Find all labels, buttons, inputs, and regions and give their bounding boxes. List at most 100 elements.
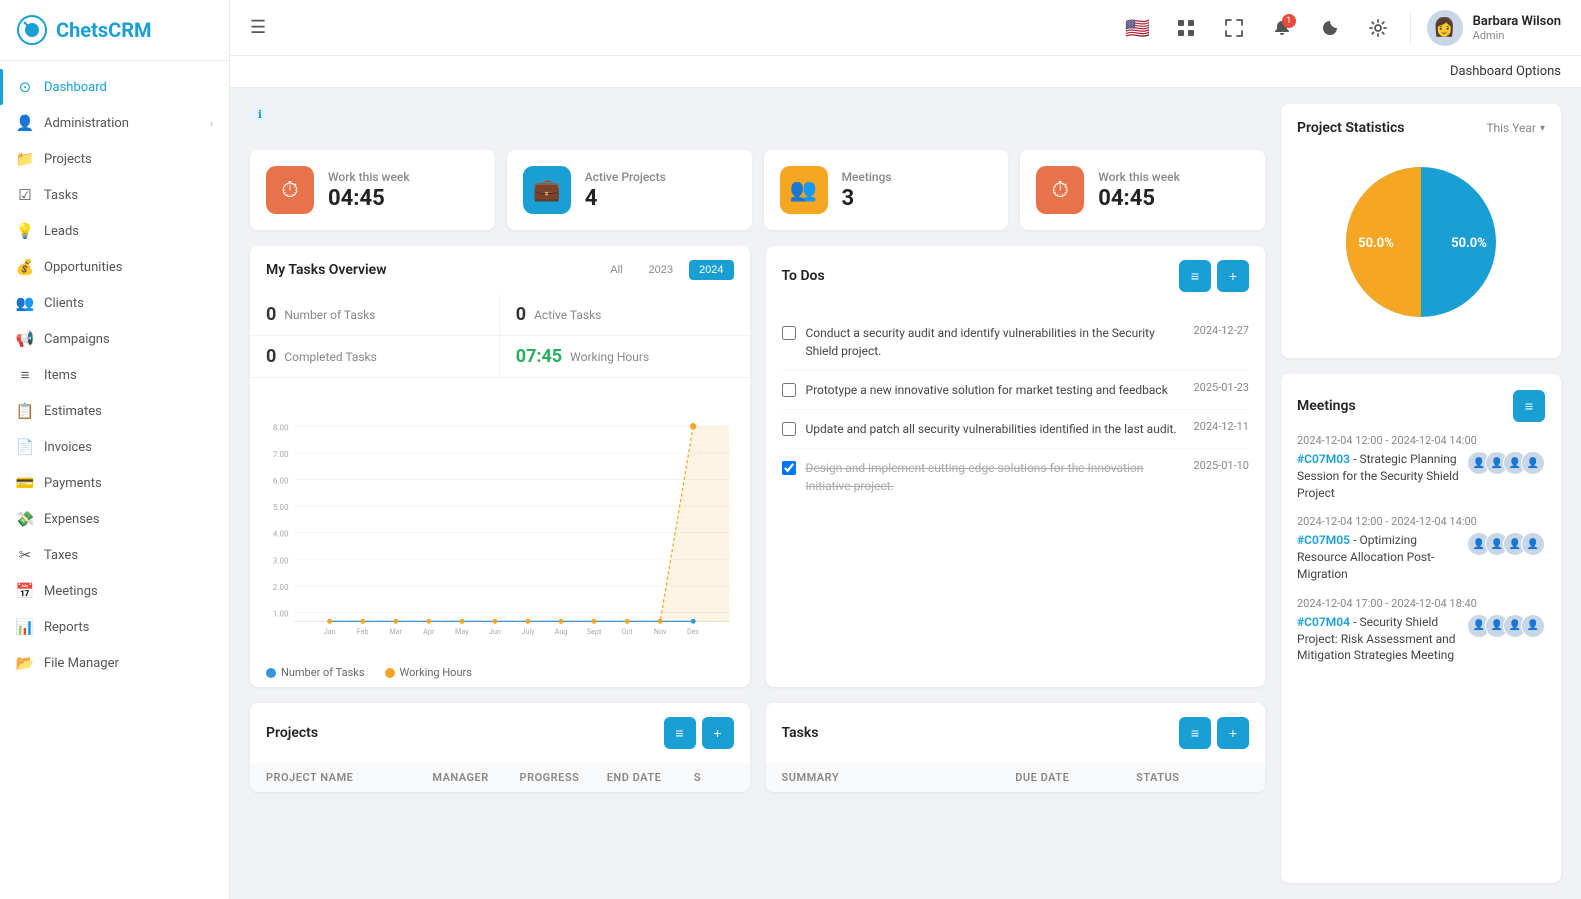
projects-card: Projects ≡ + Project Name Manager Progre… (250, 703, 750, 792)
dashboard-icon: ⊙ (16, 78, 34, 96)
tab-2023[interactable]: 2023 (639, 260, 683, 280)
todo-text-4: Design and implement cutting-edge soluti… (806, 459, 1184, 495)
sidebar-item-estimates[interactable]: 📋 Estimates (0, 393, 229, 429)
dark-mode-icon[interactable] (1314, 12, 1346, 44)
projects-add-button[interactable]: + (702, 717, 734, 749)
sidebar-label-tasks: Tasks (44, 188, 78, 203)
grid-icon[interactable] (1170, 12, 1202, 44)
tasks-card: Tasks ≡ + Summary Due Date Status (766, 703, 1266, 792)
svg-text:Oct: Oct (622, 627, 634, 636)
sidebar-item-taxes[interactable]: ✂ Taxes (0, 537, 229, 573)
todos-add-button[interactable]: + (1217, 260, 1249, 292)
sidebar-label-invoices: Invoices (44, 440, 92, 455)
projects-list-button[interactable]: ≡ (664, 717, 696, 749)
stat-card-active-projects: 💼 Active Projects 4 (507, 150, 752, 230)
items-icon: ≡ (16, 366, 34, 384)
todo-text-3: Update and patch all security vulnerabil… (806, 420, 1184, 438)
todo-checkbox-3[interactable] (782, 422, 796, 436)
meeting-id-2[interactable]: #C07M05 (1297, 533, 1350, 547)
notifications-icon[interactable]: 1 (1266, 12, 1298, 44)
meeting-id-3[interactable]: #C07M04 (1297, 615, 1350, 629)
col-status: S (694, 771, 734, 784)
sidebar-item-items[interactable]: ≡ Items (0, 357, 229, 393)
sidebar-item-clients[interactable]: 👥 Clients (0, 285, 229, 321)
settings-icon[interactable] (1362, 12, 1394, 44)
content-area: ℹ ⏱ Work this week 04:45 💼 Active (230, 88, 1581, 899)
tab-all[interactable]: All (600, 260, 632, 280)
tasks-card-actions: ≡ + (1179, 717, 1249, 749)
todo-text-2: Prototype a new innovative solution for … (806, 381, 1184, 399)
todo-checkbox-1[interactable] (782, 326, 796, 340)
svg-text:7.00: 7.00 (273, 450, 289, 459)
todo-date-2: 2025-01-23 (1193, 381, 1249, 394)
meetings-icon: 📅 (16, 582, 34, 600)
sidebar-item-leads[interactable]: 💡 Leads (0, 213, 229, 249)
sidebar-nav: ⊙ Dashboard 👤 Administration › 📁 Project… (0, 61, 229, 899)
year-label: This Year (1486, 121, 1536, 135)
sidebar-label-leads: Leads (44, 224, 79, 239)
sidebar-item-administration[interactable]: 👤 Administration › (0, 105, 229, 141)
sidebar-label-dashboard: Dashboard (44, 80, 107, 95)
projects-card-header: Projects ≡ + (250, 703, 750, 763)
stat-info-work-week-1: Work this week 04:45 (328, 170, 410, 211)
col-summary: Summary (782, 771, 1008, 784)
fullscreen-icon[interactable] (1218, 12, 1250, 44)
tasks-table-header: Summary Due Date Status (766, 763, 1266, 792)
tasks-add-button[interactable]: + (1217, 717, 1249, 749)
pie-chart-container: 50.0% 50.0% (1297, 152, 1545, 332)
sidebar-item-projects[interactable]: 📁 Projects (0, 141, 229, 177)
stat-label-active-projects: Active Projects (585, 170, 666, 184)
meeting-item-3: #C07M04 - Security Shield Project: Risk … (1297, 614, 1545, 664)
info-icon[interactable]: ℹ (250, 104, 270, 124)
reports-icon: 📊 (16, 618, 34, 636)
tasks-list-button[interactable]: ≡ (1179, 717, 1211, 749)
svg-text:Feb: Feb (357, 627, 369, 636)
opportunities-icon: 💰 (16, 258, 34, 276)
tasks-stats-grid: 0 Number of Tasks 0 Active Tasks 0 Compl… (250, 294, 750, 378)
sidebar-item-tasks[interactable]: ☑ Tasks (0, 177, 229, 213)
project-stats-header: Project Statistics This Year ▾ (1297, 120, 1545, 136)
sidebar: ChetsCRM ⊙ Dashboard 👤 Administration › … (0, 0, 230, 899)
completed-tasks-label: Completed Tasks (284, 350, 377, 364)
working-hours-stat: 07:45 Working Hours (500, 336, 750, 378)
sidebar-item-reports[interactable]: 📊 Reports (0, 609, 229, 645)
meeting-id-1[interactable]: #C07M03 (1297, 452, 1350, 466)
meetings-list-button[interactable]: ≡ (1513, 390, 1545, 422)
active-tasks-stat: 0 Active Tasks (500, 294, 750, 336)
meeting-avatars-1: 👤 👤 👤 👤 (1467, 451, 1545, 475)
stat-card-meetings: 👥 Meetings 3 (764, 150, 1009, 230)
flag-icon[interactable]: 🇺🇸 (1122, 12, 1154, 44)
user-section[interactable]: 👩 Barbara Wilson Admin (1410, 10, 1561, 46)
meetings-panel: Meetings ≡ 2024-12-04 12:00 - 2024-12-04… (1281, 374, 1561, 883)
menu-toggle-icon[interactable]: ☰ (250, 17, 266, 38)
tab-2024[interactable]: 2024 (689, 260, 733, 280)
sidebar-item-meetings[interactable]: 📅 Meetings (0, 573, 229, 609)
col-end-date: End Date (607, 771, 686, 784)
todos-actions: ≡ + (1179, 260, 1249, 292)
sidebar-item-invoices[interactable]: 📄 Invoices (0, 429, 229, 465)
sidebar-item-payments[interactable]: 💳 Payments (0, 465, 229, 501)
year-selector[interactable]: This Year ▾ (1486, 121, 1545, 135)
todo-checkbox-4[interactable] (782, 461, 796, 475)
sidebar-item-campaigns[interactable]: 📢 Campaigns (0, 321, 229, 357)
todos-title: To Dos (782, 268, 825, 284)
svg-text:July: July (521, 627, 535, 636)
expenses-icon: 💸 (16, 510, 34, 528)
todo-checkbox-2[interactable] (782, 383, 796, 397)
todo-date-3: 2024-12-11 (1193, 420, 1249, 433)
sidebar-item-expenses[interactable]: 💸 Expenses (0, 501, 229, 537)
sidebar-item-file-manager[interactable]: 📂 File Manager (0, 645, 229, 681)
svg-text:4.00: 4.00 (273, 530, 289, 539)
completed-tasks-stat: 0 Completed Tasks (250, 336, 500, 378)
sidebar-item-opportunities[interactable]: 💰 Opportunities (0, 249, 229, 285)
sidebar-item-dashboard[interactable]: ⊙ Dashboard (0, 69, 229, 105)
user-name: Barbara Wilson (1473, 14, 1561, 29)
col-manager: Manager (432, 771, 511, 784)
project-statistics-card: Project Statistics This Year ▾ (1281, 104, 1561, 358)
todo-item-4: Design and implement cutting-edge soluti… (782, 449, 1250, 505)
svg-text:Jun: Jun (489, 627, 501, 636)
chart-legend: Number of Tasks Working Hours (250, 658, 750, 687)
stat-label-work-week-1: Work this week (328, 170, 410, 184)
legend-tasks-dot (266, 668, 276, 678)
todos-list-button[interactable]: ≡ (1179, 260, 1211, 292)
